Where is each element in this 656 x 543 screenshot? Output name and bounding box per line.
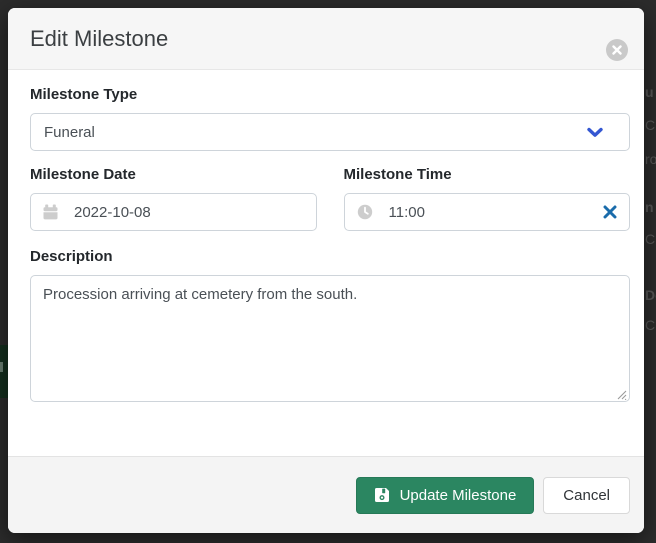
milestone-date-label: Milestone Date (30, 166, 317, 184)
description-textarea[interactable]: Procession arriving at cemetery from the… (30, 275, 630, 402)
milestone-date-group: Milestone Date 2022-10-08 (30, 166, 317, 231)
dialog-body: Milestone Type Funeral Milestone Date (8, 70, 644, 456)
backdrop-text-fragment: C (645, 118, 655, 132)
milestone-type-select[interactable]: Funeral (30, 113, 630, 151)
dialog-header: Edit Milestone (8, 8, 644, 70)
milestone-type-value: Funeral (44, 124, 95, 141)
backdrop-text-fragment: C (645, 318, 655, 332)
update-milestone-button[interactable]: Update Milestone (356, 477, 535, 514)
milestone-time-group: Milestone Time 11:00 (344, 166, 631, 231)
backdrop-text-fragment: C (645, 232, 655, 246)
milestone-time-value: 11:00 (389, 204, 425, 221)
clear-time-button[interactable] (599, 205, 617, 219)
dialog-footer: Update Milestone Cancel (8, 456, 644, 533)
cancel-button[interactable]: Cancel (543, 477, 630, 514)
clock-icon (357, 204, 373, 220)
backdrop-text-fragment: n (645, 200, 654, 214)
cancel-label: Cancel (563, 487, 610, 504)
milestone-type-label: Milestone Type (30, 86, 630, 104)
backdrop-button-icon-fragment (0, 362, 3, 372)
backdrop-text-fragment: u (645, 85, 654, 99)
save-icon (374, 487, 390, 503)
calendar-icon (43, 204, 58, 220)
milestone-date-value: 2022-10-08 (74, 204, 151, 221)
backdrop-text-fragment: ro (645, 152, 656, 166)
close-button[interactable] (606, 39, 628, 61)
close-icon (612, 45, 622, 55)
update-milestone-label: Update Milestone (400, 487, 517, 504)
chevron-down-icon (587, 127, 603, 138)
edit-milestone-dialog: Edit Milestone Milestone Type Funeral Mi… (8, 8, 644, 533)
description-label: Description (30, 248, 630, 266)
x-clear-icon (603, 205, 617, 219)
milestone-time-input[interactable]: 11:00 (344, 193, 631, 231)
resize-handle[interactable] (615, 387, 627, 399)
description-group: Description Procession arriving at cemet… (30, 248, 630, 402)
milestone-date-input[interactable]: 2022-10-08 (30, 193, 317, 231)
dialog-title: Edit Milestone (30, 24, 622, 54)
backdrop-text-fragment: De (645, 288, 656, 302)
milestone-time-label: Milestone Time (344, 166, 631, 184)
